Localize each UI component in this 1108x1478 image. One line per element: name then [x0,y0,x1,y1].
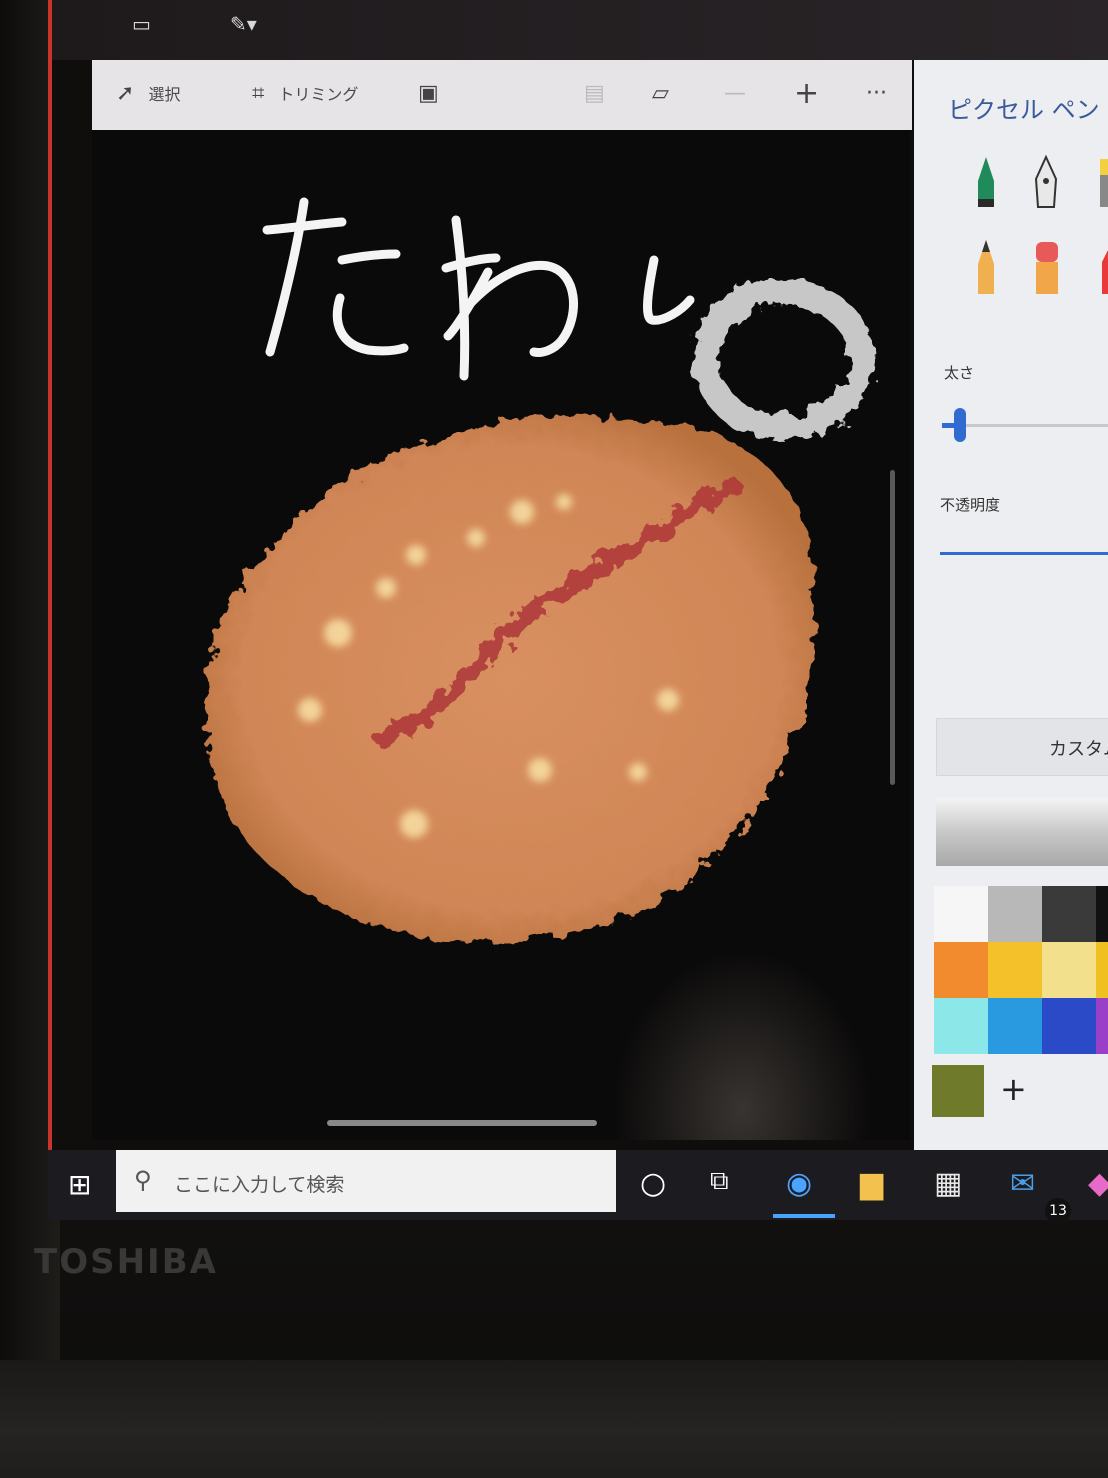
title-bar: ▭ ✎▾ [52,0,1108,60]
windows-start-icon[interactable]: ⊞ [68,1168,91,1201]
highlighter-icon[interactable] [1090,155,1108,215]
zoom-in-button[interactable]: + [794,75,833,111]
task-view-icon[interactable]: ⧉ [710,1166,729,1197]
folder-icon[interactable]: ▭ [132,12,151,36]
color-swatch[interactable] [988,998,1042,1054]
color-swatch[interactable] [1096,942,1108,998]
color-swatch[interactable] [1096,998,1108,1054]
crop-button[interactable]: ⌗ トリミング [252,78,358,108]
color-swatch[interactable] [1042,998,1096,1054]
3d-view-button[interactable]: ▤ [584,78,619,108]
edge-icon[interactable]: ◉ [786,1166,812,1201]
search-placeholder: ここに入力して検索 [174,1174,345,1196]
crop-icon: ⌗ [252,80,265,106]
vertical-scrollbar[interactable] [890,470,895,785]
color-gradient-bar[interactable] [936,798,1108,866]
panel-title: ピクセル ペン [948,96,1100,124]
pencil-icon[interactable] [964,238,1008,298]
thickness-track[interactable] [942,424,1108,427]
opacity-slider[interactable] [940,552,1108,555]
magic-select-button[interactable]: ▣ [418,78,453,108]
taskbar-search[interactable]: ⚲ ここに入力して検索 [116,1150,616,1212]
cursor-arrow-icon: ➚ [116,80,135,106]
color-swatch[interactable] [934,942,988,998]
horizontal-scrollbar[interactable] [327,1120,597,1126]
color-swatch[interactable] [1042,886,1096,942]
eraser-icon[interactable] [1024,238,1068,298]
custom-color-button[interactable]: カスタム [936,718,1108,776]
marker-icon[interactable] [964,155,1008,215]
color-swatch[interactable] [934,998,988,1054]
mail-icon[interactable]: ✉ [1010,1166,1035,1201]
file-explorer-icon[interactable]: ▆ [860,1166,883,1201]
opacity-label: 不透明度 [940,496,1001,514]
zoom-in-label: + [794,75,820,111]
crop-label: トリミング [278,85,359,104]
thickness-label: 太さ [944,364,975,382]
brush-dropdown-icon[interactable]: ✎▾ [230,12,257,36]
calligraphy-pen-icon[interactable] [1024,155,1068,215]
more-button[interactable]: ··· [866,78,901,108]
keyboard-edge [0,1360,1108,1478]
drawing-ring [693,279,875,441]
select-label: 選択 [148,85,181,104]
crayon-icon[interactable] [1090,238,1108,298]
zoom-out-button[interactable]: — [724,78,760,108]
mail-badge: 13 [1045,1198,1071,1224]
brand-logo: TOSHIBA [34,1242,218,1282]
screen: ▭ ✎▾ ➚ 選択 ⌗ トリミング ▣ ▤ ▱ — + ··· ピクセル ペン … [48,0,1108,1156]
shape-button[interactable]: ▱ [652,78,683,108]
taskbar: ⊞ ⚲ ここに入力して検索 ○ ⧉ ◉ ▆ ▦ ✉ 13 ◆ [48,1150,1108,1224]
current-color-swatch[interactable] [932,1065,984,1117]
cortana-icon[interactable]: ○ [640,1166,666,1201]
color-swatch[interactable] [988,886,1042,942]
custom-color-label: カスタム [1049,739,1108,760]
color-swatches [934,886,1108,1054]
color-swatch[interactable] [988,942,1042,998]
handwritten-tawashi [262,197,695,381]
toolbar: ➚ 選択 ⌗ トリミング ▣ ▤ ▱ — + ··· [92,60,912,130]
select-button[interactable]: ➚ 選択 [116,78,180,108]
color-swatch[interactable] [1096,886,1108,942]
brush-panel: ピクセル ペン 太さ 不透明度 カスタム + ➚ [914,60,1108,1150]
phone-reflection [612,950,872,1140]
add-color-button[interactable]: + [1000,1070,1027,1108]
edge-active-indicator [773,1214,835,1218]
paint3d-icon[interactable]: ◆ [1088,1166,1108,1201]
3d-view-icon: ▤ [584,80,605,106]
color-swatch[interactable] [1042,942,1096,998]
search-icon: ⚲ [134,1166,152,1194]
more-label: ··· [866,80,887,106]
magic-select-icon: ▣ [418,80,439,106]
zoom-out-label: — [724,80,746,106]
thickness-slider-thumb[interactable] [954,408,966,442]
color-swatch[interactable] [934,886,988,942]
store-icon[interactable]: ▦ [934,1166,962,1201]
drawing-canvas[interactable] [92,130,910,1140]
parallelogram-icon: ▱ [652,80,669,106]
